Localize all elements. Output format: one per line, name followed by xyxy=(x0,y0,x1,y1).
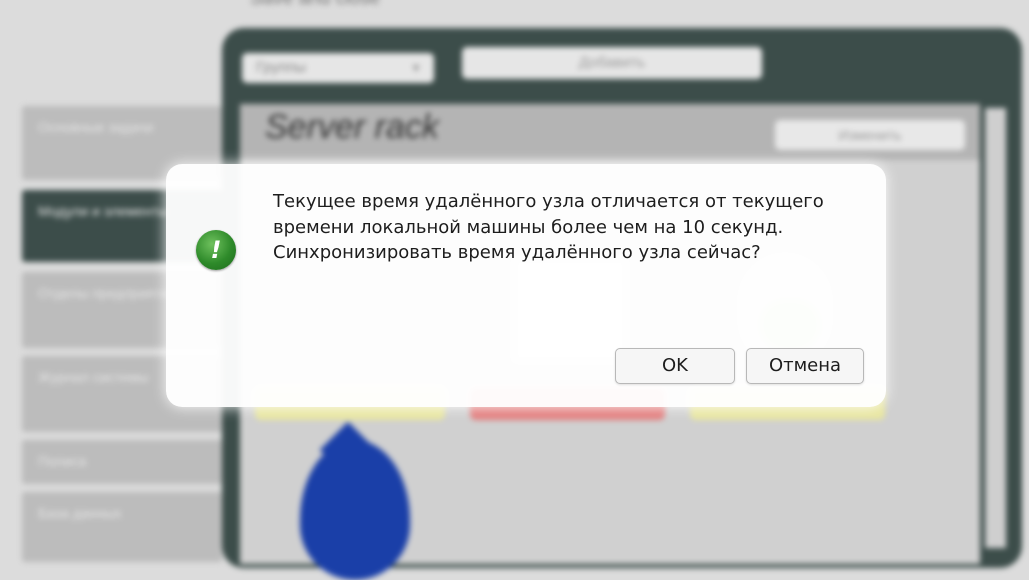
sidebar-item-label: Основные задачи xyxy=(38,119,154,135)
sidebar-item-label: База данных xyxy=(38,505,122,521)
top-caption: Save and close xyxy=(250,0,380,10)
change-button[interactable]: Изменить xyxy=(775,120,965,150)
dialog-message: Текущее время удалённого узла отличается… xyxy=(273,191,824,263)
sidebar-item-database[interactable]: База данных xyxy=(22,492,222,562)
content-title: Server rack xyxy=(265,108,439,146)
sidebar-item-policy[interactable]: Полиса xyxy=(22,440,222,484)
cancel-button[interactable]: Отмена xyxy=(746,348,864,384)
exclamation-icon: ! xyxy=(196,230,236,270)
add-button[interactable]: Добавить xyxy=(462,47,762,79)
chevron-down-icon: ▼ xyxy=(410,61,422,75)
scrollbar[interactable] xyxy=(985,108,1006,548)
sidebar-item-label: Отделы предприятия xyxy=(38,285,177,301)
ok-button[interactable]: OK xyxy=(615,348,735,384)
sidebar-item-label: Журнал системы xyxy=(38,369,149,385)
sidebar-item-label: Модули и элементы xyxy=(38,203,169,219)
groups-select[interactable]: Группы ▼ xyxy=(242,53,434,83)
groups-select-label: Группы xyxy=(256,59,306,76)
sidebar-item-label: Полиса xyxy=(38,453,87,469)
